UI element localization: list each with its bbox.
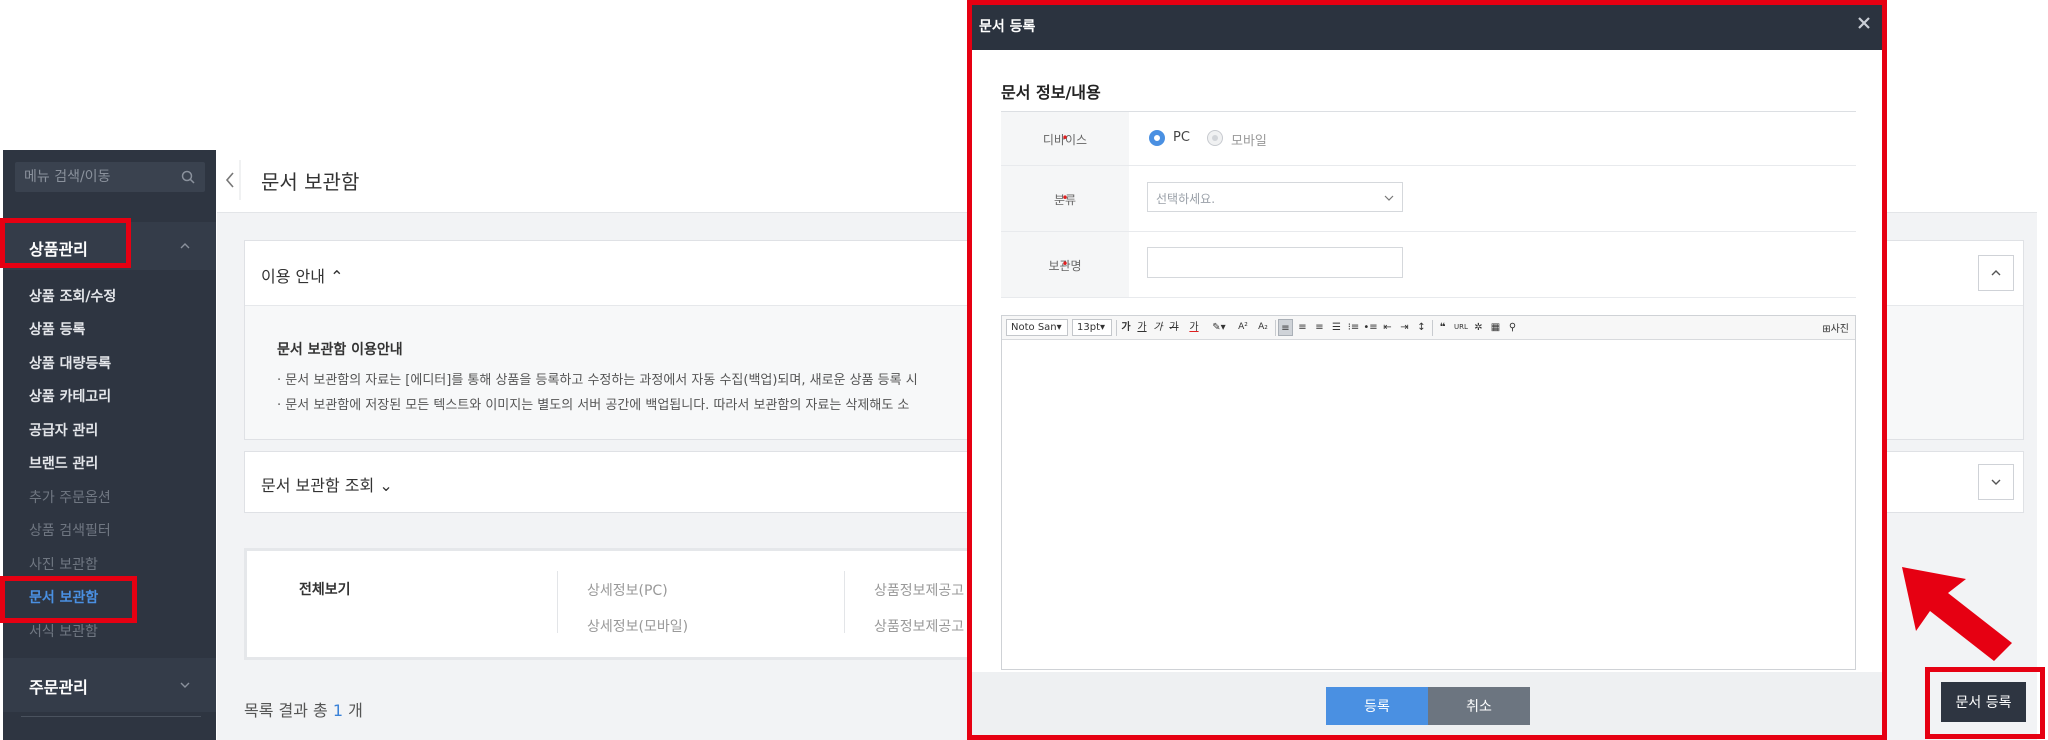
- result-count: 1: [332, 701, 344, 720]
- device-pc-label[interactable]: PC: [1173, 130, 1190, 145]
- strikethrough-button[interactable]: 가: [1167, 319, 1181, 336]
- special-char-icon[interactable]: ✲: [1471, 319, 1486, 336]
- sidebar-item-product-list[interactable]: 상품 조회/수정: [29, 286, 116, 306]
- ordered-list-icon[interactable]: ⁝≡: [1346, 319, 1361, 336]
- form-row-name: 보관명 •: [1001, 232, 1856, 298]
- nav-section-order[interactable]: 주문관리: [3, 658, 216, 712]
- device-mobile-label[interactable]: 모바일: [1231, 130, 1267, 149]
- sidebar-collapse-button[interactable]: [219, 160, 241, 200]
- category-product-notice[interactable]: 상품정보제공고: [874, 580, 964, 600]
- device-pc-radio[interactable]: [1149, 130, 1165, 146]
- category-panel: 전체보기 상세정보(PC) 상세정보(모바일) 상품정보제공고 상품정보제공고: [244, 548, 1024, 660]
- search-panel-title[interactable]: 문서 보관함 조회 ⌄: [261, 472, 393, 496]
- form-row-device: 디바이스 • PC 모바일: [1001, 112, 1856, 166]
- unordered-list-icon[interactable]: •≡: [1363, 319, 1378, 336]
- guide-heading: 문서 보관함 이용안내: [277, 342, 403, 358]
- category-divider: [844, 571, 845, 633]
- nav-section-label: 주문관리: [29, 678, 88, 697]
- sidebar-item-bulk-register[interactable]: 상품 대량등록: [29, 353, 111, 373]
- superscript-icon[interactable]: A²: [1234, 319, 1252, 336]
- device-mobile-radio[interactable]: [1207, 130, 1223, 146]
- editor-toolbar: Noto San▾ 13pt▾ 가 가 가 가 가 ✎▾ A² A₂ ≡ ≡ ≡…: [1002, 316, 1855, 340]
- category-product-notice[interactable]: 상품정보제공고: [874, 616, 964, 636]
- arrow-icon: [1902, 567, 2012, 661]
- guide-line: · 문서 보관함에 저장된 모든 텍스트와 이미지는 별도의 서버 공간에 백업…: [277, 398, 910, 413]
- link-icon[interactable]: URL: [1453, 319, 1469, 336]
- submit-button[interactable]: 등록: [1326, 687, 1428, 725]
- cancel-button[interactable]: 취소: [1428, 687, 1530, 725]
- font-size-select[interactable]: 13pt▾: [1072, 319, 1112, 336]
- nav-section-label: 상품관리: [29, 240, 88, 259]
- page-title: 문서 보관함: [261, 170, 360, 194]
- category-detail-mobile[interactable]: 상세정보(모바일): [587, 616, 688, 636]
- menu-search-input[interactable]: [15, 162, 205, 192]
- category-detail-pc[interactable]: 상세정보(PC): [587, 580, 668, 600]
- sidebar-item-extra-option[interactable]: 추가 주문옵션: [29, 487, 111, 507]
- document-register-button[interactable]: 문서 등록: [1941, 682, 2026, 722]
- nav-section-product[interactable]: 상품관리: [3, 222, 216, 270]
- chevron-up-icon: [1991, 270, 2001, 276]
- sidebar-item-supplier[interactable]: 공급자 관리: [29, 420, 98, 440]
- storage-name-input[interactable]: [1147, 247, 1403, 278]
- menu-search-box: [15, 162, 205, 192]
- rich-text-editor: Noto San▾ 13pt▾ 가 가 가 가 가 ✎▾ A² A₂ ≡ ≡ ≡…: [1001, 315, 1856, 670]
- chevron-down-icon: ⌄: [379, 476, 393, 495]
- search-icon[interactable]: [181, 170, 195, 184]
- highlight-color-icon[interactable]: ✎▾: [1208, 319, 1230, 336]
- subscript-icon[interactable]: A₂: [1254, 319, 1272, 336]
- sidebar: 상품관리 상품 조회/수정 상품 등록 상품 대량등록 상품 카테고리 공급자 …: [3, 150, 216, 740]
- sidebar-item-product-category[interactable]: 상품 카테고리: [29, 386, 111, 406]
- name-label: 보관명 •: [1001, 232, 1129, 297]
- sidebar-item-product-register[interactable]: 상품 등록: [29, 319, 85, 339]
- form-row-category: 분류 • 선택하세요.: [1001, 166, 1856, 232]
- align-right-icon[interactable]: ≡: [1312, 319, 1327, 336]
- modal-title: 문서 등록: [979, 19, 1036, 35]
- sidebar-item-brand[interactable]: 브랜드 관리: [29, 453, 98, 473]
- indent-icon[interactable]: ⇥: [1397, 319, 1412, 336]
- device-label: 디바이스 •: [1001, 112, 1129, 165]
- align-justify-icon[interactable]: ☰: [1329, 319, 1344, 336]
- table-icon[interactable]: ▦: [1488, 319, 1503, 336]
- align-left-icon[interactable]: ≡: [1278, 319, 1293, 336]
- category-select-value: 선택하세요.: [1156, 192, 1216, 206]
- quote-icon[interactable]: ❝: [1435, 319, 1450, 336]
- modal-section-title: 문서 정보/내용: [1001, 83, 1101, 102]
- guide-panel-title[interactable]: 이용 안내 ⌃: [261, 263, 343, 287]
- guide-line: · 문서 보관함의 자료는 [에디터]를 통해 상품을 등록하고 수정하는 과정…: [277, 373, 918, 388]
- line-height-icon[interactable]: ↕: [1414, 319, 1429, 336]
- chevron-down-icon: [1991, 479, 2001, 485]
- photo-button[interactable]: ⊞사진: [1822, 320, 1849, 335]
- category-all[interactable]: 전체보기: [299, 579, 351, 599]
- sidebar-item-document-storage[interactable]: 문서 보관함: [29, 587, 98, 607]
- italic-button[interactable]: 가: [1151, 319, 1165, 336]
- close-icon[interactable]: [1855, 14, 1873, 32]
- guide-toggle-button[interactable]: [1978, 255, 2014, 291]
- modal-footer: 등록 취소: [969, 672, 1885, 740]
- text-color-button[interactable]: 가: [1183, 319, 1205, 336]
- underline-button[interactable]: 가: [1135, 319, 1149, 336]
- sidebar-item-template-storage[interactable]: 서식 보관함: [29, 621, 98, 641]
- sidebar-item-search-filter[interactable]: 상품 검색필터: [29, 520, 111, 540]
- category-label: 분류 •: [1001, 166, 1129, 231]
- chevron-down-icon: [1384, 195, 1394, 201]
- sidebar-item-photo-storage[interactable]: 사진 보관함: [29, 554, 98, 574]
- document-register-modal: 문서 등록 문서 정보/내용 디바이스• PC 모바일 분류 • 선택하세요.: [969, 0, 1885, 740]
- align-center-icon[interactable]: ≡: [1295, 319, 1310, 336]
- search-toggle-button[interactable]: [1978, 464, 2014, 500]
- document-form: 디바이스 • PC 모바일 분류 • 선택하세요. 보관명 •: [1001, 111, 1856, 298]
- chevron-up-icon: [180, 243, 190, 249]
- font-family-select[interactable]: Noto San▾: [1006, 319, 1068, 336]
- chevron-up-icon: ⌃: [330, 267, 344, 286]
- modal-header: 문서 등록: [969, 0, 1885, 50]
- category-divider: [557, 571, 558, 633]
- chevron-down-icon: [180, 682, 190, 688]
- find-icon[interactable]: ⚲: [1505, 319, 1520, 336]
- bold-button[interactable]: 가: [1119, 319, 1133, 336]
- image-icon: ⊞: [1822, 324, 1831, 335]
- sidebar-divider: [21, 716, 201, 717]
- category-select[interactable]: 선택하세요.: [1147, 182, 1403, 212]
- outdent-icon[interactable]: ⇤: [1380, 319, 1395, 336]
- result-summary: 목록 결과 총 1 개: [244, 701, 363, 720]
